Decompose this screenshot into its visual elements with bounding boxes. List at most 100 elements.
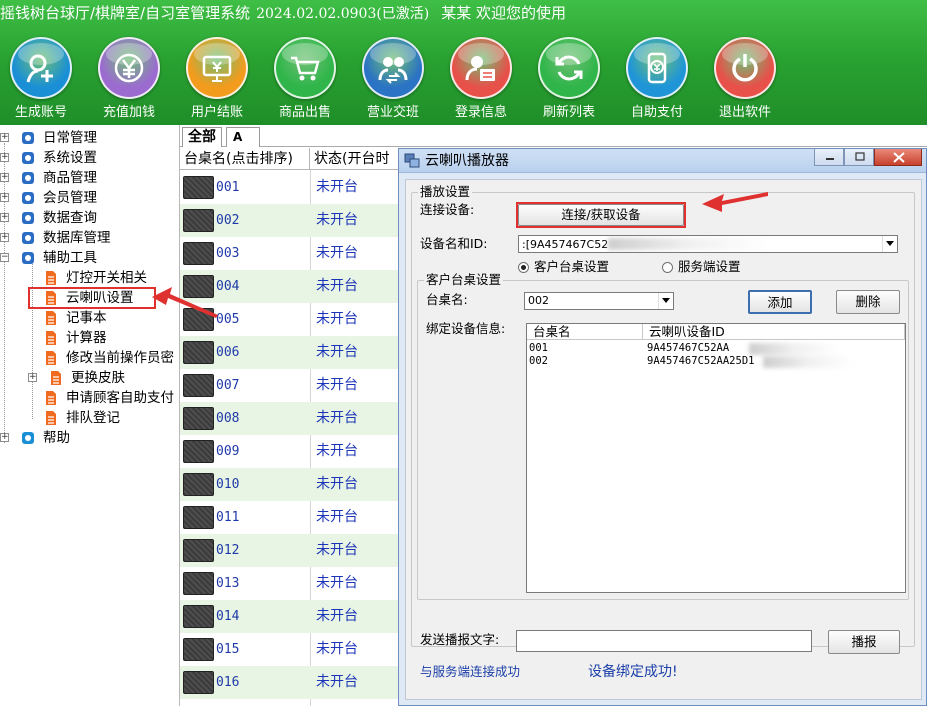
- table-row[interactable]: 001 未开台: [180, 171, 410, 204]
- bind-device-list[interactable]: 台桌名 云喇叭设备ID 001 9A457467C52AA 002 9A457467C…: [526, 323, 906, 593]
- column-header-table-name[interactable]: 台桌名(点击排序): [180, 148, 310, 170]
- shopping-cart-icon: [291, 56, 320, 81]
- bind-row-device[interactable]: 9A457467C52AA: [647, 342, 729, 355]
- client-table-radio-label[interactable]: 客户台桌设置: [534, 259, 609, 275]
- table-row[interactable]: 006 未开台: [180, 336, 410, 369]
- close-button[interactable]: [874, 149, 922, 166]
- maximize-button[interactable]: [844, 149, 874, 166]
- toolbar-button-label: 充值加钱: [102, 105, 155, 120]
- welcome-text: 某某 欢迎您的使用: [441, 4, 567, 22]
- expand-toggle-icon[interactable]: +: [0, 233, 9, 242]
- table-id: 015: [216, 642, 240, 657]
- expand-toggle-icon[interactable]: −: [0, 253, 9, 262]
- tab-a[interactable]: A: [226, 127, 260, 147]
- send-text-input[interactable]: [516, 630, 812, 652]
- maximize-icon: [855, 152, 865, 161]
- column-header-status[interactable]: 状态(开台时: [310, 148, 410, 170]
- client-table-radio[interactable]: [518, 262, 529, 273]
- expand-toggle-icon[interactable]: +: [0, 153, 9, 162]
- redacted-area: [608, 238, 769, 250]
- tree-item-root[interactable]: + 会员管理: [0, 188, 179, 208]
- table-row[interactable]: 010 未开台: [180, 468, 410, 501]
- table-row[interactable]: 008 未开台: [180, 402, 410, 435]
- table-id: 008: [216, 411, 240, 426]
- redacted-area: [749, 343, 839, 355]
- table-id: 001: [216, 180, 240, 195]
- bind-row-device[interactable]: 9A457467C52AA25D1: [647, 355, 754, 368]
- toolbar-button-refresh[interactable]: 刷新列表: [528, 34, 610, 124]
- expand-toggle-icon[interactable]: +: [0, 193, 9, 202]
- database-icon: [22, 232, 34, 244]
- expand-toggle-icon[interactable]: +: [28, 373, 37, 382]
- tree-item-root[interactable]: + 日常管理: [0, 128, 179, 148]
- table-row[interactable]: 015 未开台: [180, 633, 410, 666]
- add-button[interactable]: 添加: [748, 290, 812, 314]
- server-radio[interactable]: [662, 262, 673, 273]
- tab-bar: 全部 A: [180, 125, 927, 147]
- expand-toggle-icon[interactable]: +: [0, 173, 9, 182]
- tree-item-help[interactable]: + 帮助: [0, 428, 179, 448]
- calendar-icon: [22, 132, 34, 144]
- help-icon: [22, 432, 34, 444]
- tree-item-root[interactable]: + 商品管理: [0, 168, 179, 188]
- toolbar-button-shopping-cart[interactable]: 商品出售: [264, 34, 346, 124]
- toolbar-button-login-info[interactable]: 登录信息: [440, 34, 522, 124]
- table-row[interactable]: 016 未开台: [180, 666, 410, 699]
- table-row[interactable]: 003 未开台: [180, 237, 410, 270]
- bind-row-table[interactable]: 001: [529, 342, 548, 355]
- tree-item-child[interactable]: 申请顾客自助支付: [28, 388, 179, 408]
- table-name-select[interactable]: 002: [524, 292, 674, 310]
- dialog-titlebar[interactable]: 云喇叭播放器: [399, 149, 926, 173]
- expand-toggle-icon[interactable]: +: [0, 213, 9, 222]
- toolbar-button-yen-coin[interactable]: 充值加钱: [88, 34, 170, 124]
- expand-toggle-icon[interactable]: +: [0, 133, 9, 142]
- expand-toggle-icon[interactable]: +: [0, 433, 9, 442]
- device-id-select[interactable]: :[9A457467C52: [518, 235, 898, 253]
- toolbar-icon-disc: [362, 37, 424, 99]
- server-radio-label[interactable]: 服务端设置: [678, 259, 741, 275]
- server-status-text: 与服务端连接成功: [420, 664, 521, 679]
- toolbar-button-add-user[interactable]: 生成账号: [0, 34, 82, 124]
- table-id: 007: [216, 378, 240, 393]
- table-row[interactable]: 014 未开台: [180, 600, 410, 633]
- bind-row-table[interactable]: 002: [529, 355, 548, 368]
- dialog-title: 云喇叭播放器: [425, 153, 509, 169]
- table-status: 未开台: [316, 608, 358, 624]
- tree-node-label: 修改当前操作员密: [66, 350, 174, 366]
- table-status: 未开台: [316, 509, 358, 525]
- bind-header-device[interactable]: 云喇叭设备ID: [643, 324, 905, 340]
- delete-button[interactable]: 删除: [836, 290, 900, 314]
- bind-header-table[interactable]: 台桌名: [527, 324, 643, 340]
- toolbar-button-checkout-monitor[interactable]: 用户结账: [176, 34, 258, 124]
- tree-item-root[interactable]: + 数据查询: [0, 208, 179, 228]
- table-row[interactable]: 012 未开台: [180, 534, 410, 567]
- tree-item-child[interactable]: + 更换皮肤: [28, 368, 179, 388]
- tree-item-root[interactable]: + 数据库管理: [0, 228, 179, 248]
- minimize-button[interactable]: [814, 149, 844, 166]
- table-row[interactable]: 013 未开台: [180, 567, 410, 600]
- app-window-icon: [404, 153, 420, 168]
- table-row[interactable]: 007 未开台: [180, 369, 410, 402]
- tree-item-child[interactable]: 修改当前操作员密: [28, 348, 179, 368]
- table-thumbnail-icon: [183, 605, 214, 628]
- tree-item-child[interactable]: 计算器: [28, 328, 179, 348]
- tree-item-root[interactable]: − 辅助工具: [0, 248, 179, 268]
- tree-node-label: 系统设置: [43, 150, 97, 166]
- shift-handover-icon: [378, 57, 408, 84]
- tree-item-root[interactable]: + 系统设置: [0, 148, 179, 168]
- toolbar-button-self-pay-phone[interactable]: 自助支付: [616, 34, 698, 124]
- tree-node-label: 辅助工具: [43, 250, 97, 266]
- tree-item-child[interactable]: 排队登记: [28, 408, 179, 428]
- broadcast-button[interactable]: 播报: [828, 630, 900, 654]
- tree-node-label: 排队登记: [66, 410, 120, 426]
- toolbar-icon-disc: [274, 37, 336, 99]
- table-row[interactable]: 002 未开台: [180, 204, 410, 237]
- toolbar-button-power[interactable]: 退出软件: [704, 34, 786, 124]
- device-id-label: 设备名和ID:: [420, 236, 488, 251]
- table-row[interactable]: 009 未开台: [180, 435, 410, 468]
- table-thumbnail-icon: [183, 374, 214, 397]
- document-icon: [51, 371, 61, 385]
- tab-all[interactable]: 全部: [182, 127, 222, 147]
- toolbar-button-shift-handover[interactable]: 营业交班: [352, 34, 434, 124]
- table-row[interactable]: 011 未开台: [180, 501, 410, 534]
